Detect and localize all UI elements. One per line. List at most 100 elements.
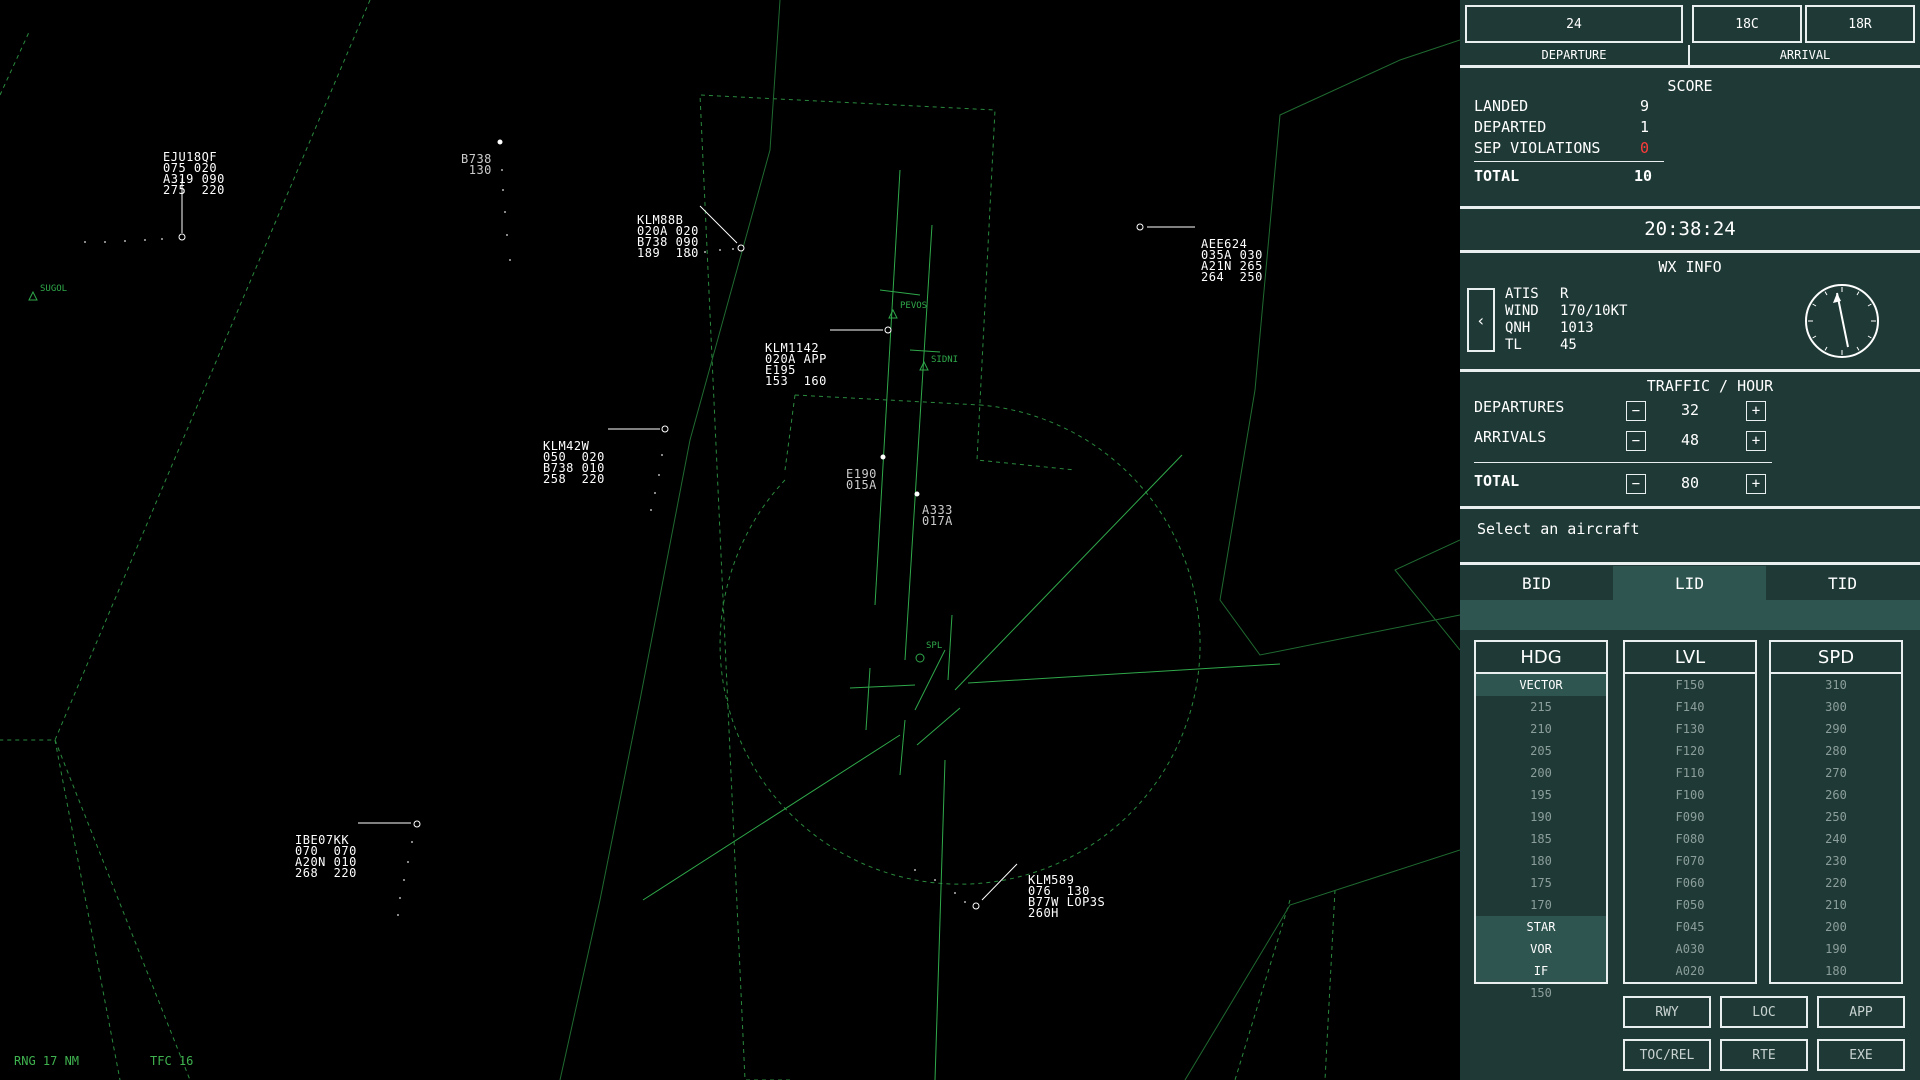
aircraft-label[interactable]: AEE624 035A 030 A21N 265 264 250 xyxy=(1201,217,1263,305)
rwy-button[interactable]: RWY xyxy=(1623,996,1711,1028)
level-option[interactable]: F140 xyxy=(1625,696,1755,718)
level-option[interactable]: F150 xyxy=(1625,674,1755,696)
aircraft-label[interactable]: KLM1142 020A APP E195 153 160 xyxy=(765,321,827,409)
aircraft-label[interactable]: IBE07KK 070 070 A20N 010 268 220 xyxy=(295,813,357,901)
heading-mode-group: STAR VOR IF xyxy=(1476,916,1606,982)
departures-decrease-button[interactable]: − xyxy=(1626,401,1646,421)
aircraft-target xyxy=(880,454,886,460)
tab-lid[interactable]: LID xyxy=(1613,566,1766,600)
level-option[interactable]: F090 xyxy=(1625,806,1755,828)
level-option[interactable]: F060 xyxy=(1625,872,1755,894)
divider xyxy=(1460,206,1920,209)
departure-runway-button[interactable]: 24 xyxy=(1465,5,1683,43)
heading-mode-vor[interactable]: VOR xyxy=(1476,938,1606,960)
heading-option[interactable]: 200 xyxy=(1476,762,1606,784)
aircraft-label[interactable]: KLM42W 050 020 B738 010 258 220 xyxy=(543,419,605,507)
aircraft-target xyxy=(914,491,920,497)
tab-bid[interactable]: BID xyxy=(1460,566,1613,600)
speed-option[interactable]: 250 xyxy=(1771,806,1901,828)
speed-option[interactable]: 260 xyxy=(1771,784,1901,806)
heading-option[interactable]: 180 xyxy=(1476,850,1606,872)
tab-tid[interactable]: TID xyxy=(1766,566,1919,600)
aircraft-label[interactable]: EJU18QF 075 020 A319 090 275 220 xyxy=(163,130,225,218)
exe-button[interactable]: EXE xyxy=(1817,1039,1905,1071)
level-list: LVL F150 F140 F130 F120 F110 F100 F090 F080 F070… xyxy=(1623,640,1757,984)
approach-22 xyxy=(967,663,1281,684)
speed-option[interactable]: 240 xyxy=(1771,828,1901,850)
speed-option[interactable]: 280 xyxy=(1771,740,1901,762)
total-increase-button[interactable]: + xyxy=(1746,474,1766,494)
arrivals-increase-button[interactable]: + xyxy=(1746,431,1766,451)
score-rule xyxy=(1474,161,1664,162)
sim-clock: 20:38:24 xyxy=(1644,218,1736,240)
heading-option[interactable]: 210 xyxy=(1476,718,1606,740)
aircraft-target xyxy=(737,244,745,252)
heading-option[interactable]: 175 xyxy=(1476,872,1606,894)
aircraft-label[interactable]: KLM589 076 130 B77W LOP3S 260H xyxy=(1028,853,1105,941)
level-option[interactable]: F070 xyxy=(1625,850,1755,872)
speed-option[interactable]: 200 xyxy=(1771,916,1901,938)
heading-mode-if[interactable]: IF xyxy=(1476,960,1606,982)
aircraft-label[interactable]: B738 130 xyxy=(461,132,492,198)
runway xyxy=(914,649,946,711)
loc-button[interactable]: LOC xyxy=(1720,996,1808,1028)
sector-line xyxy=(1184,849,1460,1080)
spl-vor xyxy=(915,653,925,663)
arrival-runway-button[interactable]: 18C xyxy=(1692,5,1802,43)
level-option[interactable]: F120 xyxy=(1625,740,1755,762)
toc-rel-button[interactable]: TOC/REL xyxy=(1623,1039,1711,1071)
aircraft-label[interactable]: A333 017A xyxy=(922,483,953,549)
heading-vector-option[interactable]: VECTOR xyxy=(1476,674,1606,696)
heading-option[interactable]: 170 xyxy=(1476,894,1606,916)
speed-option[interactable]: 190 xyxy=(1771,938,1901,960)
speed-option[interactable]: 300 xyxy=(1771,696,1901,718)
fix-label: SPL xyxy=(926,641,943,651)
sector-line xyxy=(1394,539,1460,651)
heading-option[interactable]: 195 xyxy=(1476,784,1606,806)
speed-list: SPD 310 300 290 280 270 260 250 240 230 220 210 200… xyxy=(1769,640,1903,984)
speed-option[interactable]: 210 xyxy=(1771,894,1901,916)
score-title: SCORE xyxy=(1667,77,1713,95)
heading-option[interactable]: 190 xyxy=(1476,806,1606,828)
aircraft-label[interactable]: E190 015A xyxy=(846,447,877,513)
aircraft-label[interactable]: KLM88B 020A 020 B738 090 189 180 xyxy=(637,193,699,281)
level-option[interactable]: A030 xyxy=(1625,938,1755,960)
traffic-total-label: TOTAL xyxy=(1474,472,1520,490)
fix-triangle xyxy=(28,290,38,301)
speed-option[interactable]: 230 xyxy=(1771,850,1901,872)
rte-button[interactable]: RTE xyxy=(1720,1039,1808,1071)
radar-scope[interactable]: EJU18QF 075 020 A319 090 275 220 B738 130 K… xyxy=(0,0,1460,1080)
departures-increase-button[interactable]: + xyxy=(1746,401,1766,421)
heading-option[interactable]: 185 xyxy=(1476,828,1606,850)
level-option[interactable]: F045 xyxy=(1625,916,1755,938)
speed-option[interactable]: 290 xyxy=(1771,718,1901,740)
level-option[interactable]: F130 xyxy=(1625,718,1755,740)
heading-option[interactable]: 215 xyxy=(1476,696,1606,718)
speed-option[interactable]: 220 xyxy=(1771,872,1901,894)
speed-option[interactable]: 310 xyxy=(1771,674,1901,696)
approach-runway-line xyxy=(934,759,946,1080)
level-title: LVL xyxy=(1625,642,1755,674)
heading-option[interactable]: 150 xyxy=(1476,982,1606,1004)
level-option[interactable]: F110 xyxy=(1625,762,1755,784)
total-decrease-button[interactable]: − xyxy=(1626,474,1646,494)
arrival-runway-button[interactable]: 18R xyxy=(1805,5,1915,43)
arrivals-decrease-button[interactable]: − xyxy=(1626,431,1646,451)
chevron-left-icon[interactable]: ‹ xyxy=(1467,288,1495,352)
level-option[interactable]: F050 xyxy=(1625,894,1755,916)
traffic-arrivals-label: ARRIVALS xyxy=(1474,428,1547,446)
speed-option[interactable]: 180 xyxy=(1771,960,1901,982)
level-option[interactable]: F080 xyxy=(1625,828,1755,850)
score-violations-label: SEP VIOLATIONS xyxy=(1474,139,1601,157)
traffic-rule xyxy=(1474,462,1772,463)
heading-mode-star[interactable]: STAR xyxy=(1476,916,1606,938)
speed-option[interactable]: 270 xyxy=(1771,762,1901,784)
aircraft-target xyxy=(1136,223,1144,231)
heading-option[interactable]: 205 xyxy=(1476,740,1606,762)
level-option[interactable]: F100 xyxy=(1625,784,1755,806)
traffic-departures-label: DEPARTURES xyxy=(1474,398,1565,416)
app-button[interactable]: APP xyxy=(1817,996,1905,1028)
traffic-departures-value: 32 xyxy=(1681,401,1700,419)
score-total-label: TOTAL xyxy=(1474,167,1520,185)
level-option[interactable]: A020 xyxy=(1625,960,1755,982)
